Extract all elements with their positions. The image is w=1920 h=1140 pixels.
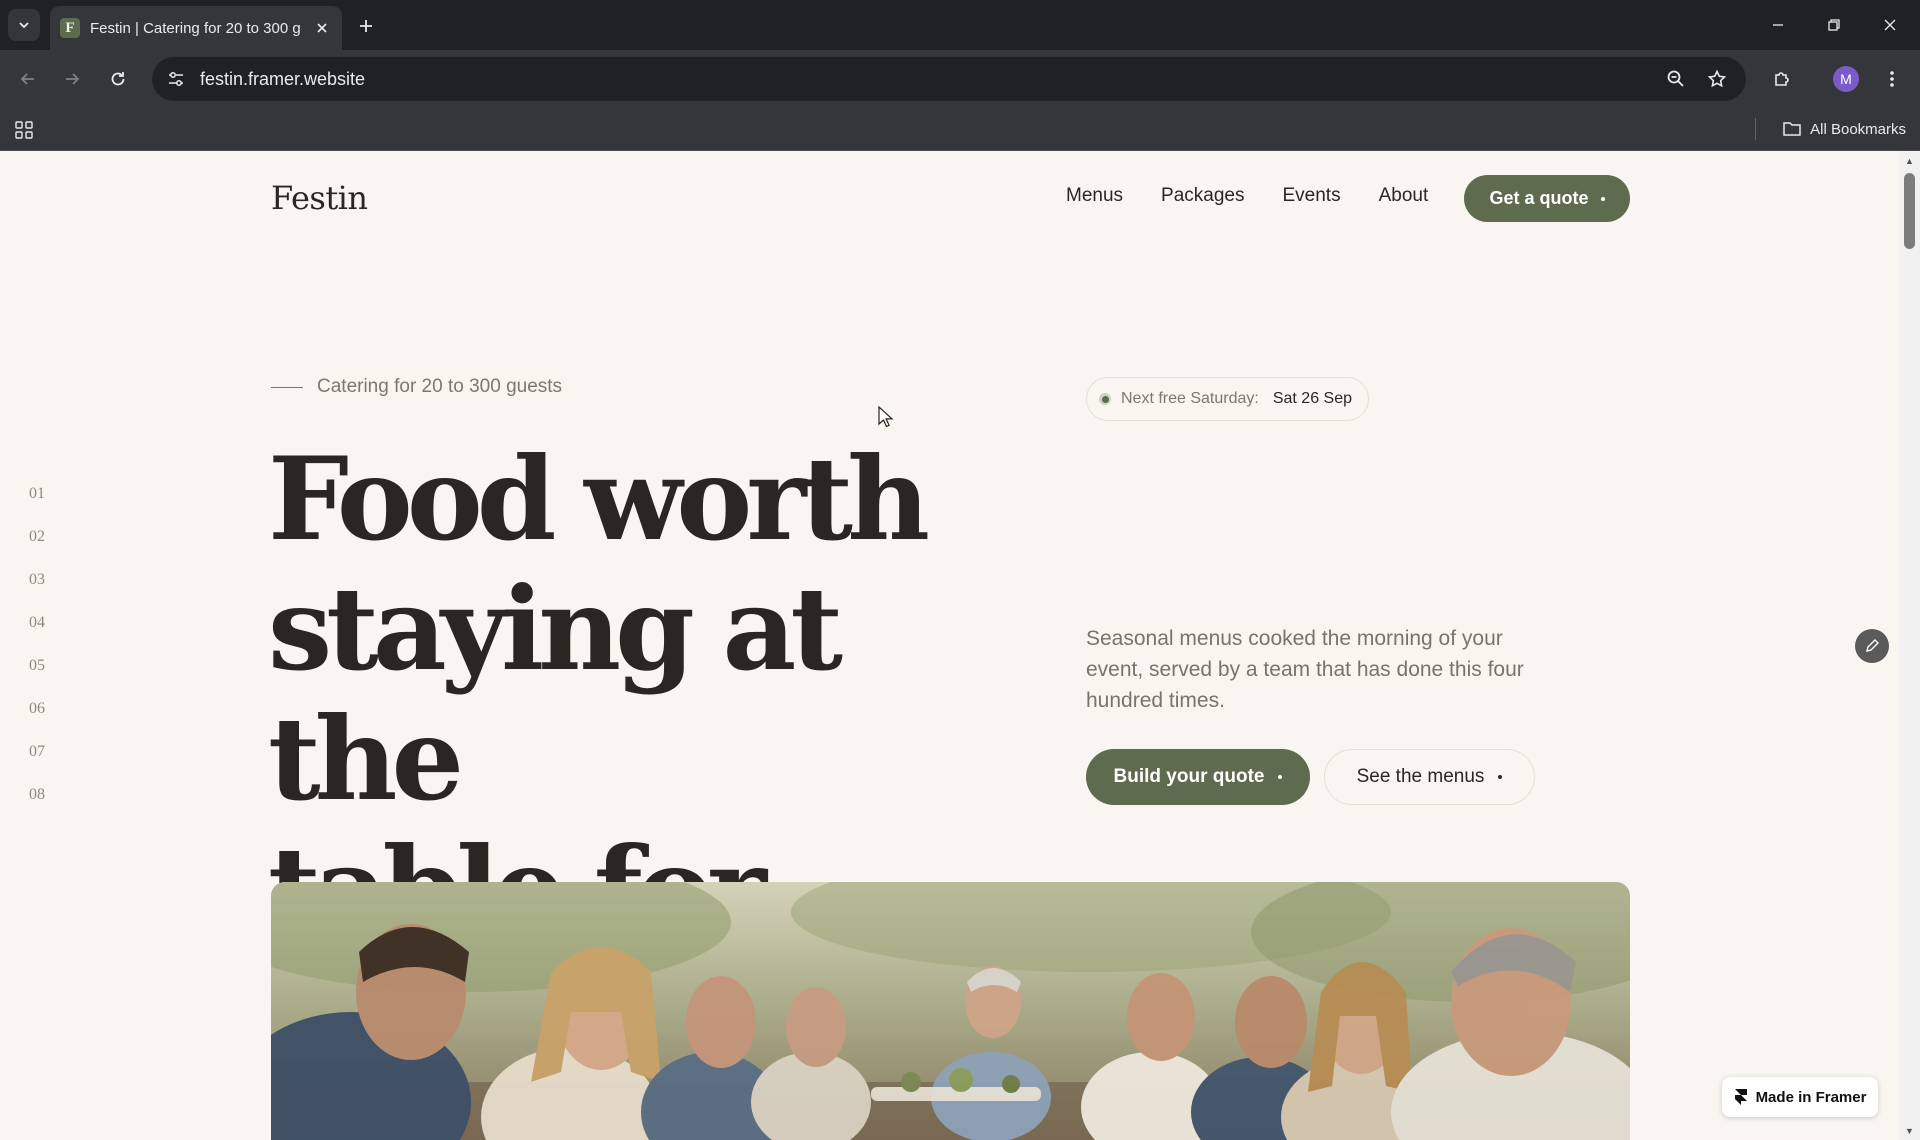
see-the-menus-button[interactable]: See the menus — [1324, 749, 1535, 805]
hero-eyebrow: Catering for 20 to 300 guests — [271, 376, 562, 398]
hero-photo — [271, 882, 1630, 1140]
window-close-button[interactable] — [1870, 8, 1910, 42]
scroll-up-arrow-icon[interactable]: ▲ — [1904, 155, 1915, 166]
section-index-item[interactable]: 05 — [29, 657, 45, 700]
reload-button[interactable] — [102, 63, 134, 95]
avatar: M — [1833, 66, 1859, 92]
pencil-icon — [1866, 639, 1879, 652]
tune-icon — [169, 72, 183, 86]
section-index-item[interactable]: 04 — [29, 614, 45, 657]
active-tab[interactable]: F Festin | Catering for 20 to 300 g — [50, 6, 342, 50]
dot-icon — [1600, 196, 1605, 201]
nav-link-menus[interactable]: Menus — [1066, 185, 1123, 207]
main-nav: Menus Packages Events About — [1066, 185, 1428, 207]
build-your-quote-button[interactable]: Build your quote — [1086, 749, 1310, 805]
tab-close-button[interactable] — [312, 18, 332, 38]
folder-icon — [1783, 122, 1801, 136]
apps-button[interactable] — [10, 116, 38, 144]
bookmark-star-button[interactable] — [1701, 63, 1733, 95]
puzzle-icon — [1775, 72, 1789, 86]
section-index-item[interactable]: 02 — [29, 528, 45, 571]
nav-link-about[interactable]: About — [1379, 185, 1429, 207]
extensions-button[interactable] — [1766, 63, 1798, 95]
see-the-menus-label: See the menus — [1356, 766, 1485, 787]
headline-line: Food worth — [268, 432, 930, 566]
section-index-item[interactable]: 08 — [29, 786, 45, 829]
section-index-item[interactable]: 03 — [29, 571, 45, 614]
page-scrollbar[interactable]: ▲ ▼ — [1899, 151, 1920, 1140]
availability-badge: Next free Saturday: Sat 26 Sep — [1086, 377, 1370, 421]
restore-icon — [1828, 19, 1840, 31]
build-your-quote-label: Build your quote — [1113, 766, 1265, 787]
reload-icon — [111, 72, 125, 86]
section-index-item[interactable]: 06 — [29, 700, 45, 743]
grid-icon — [15, 121, 33, 139]
restore-button[interactable] — [1814, 8, 1854, 42]
edit-button[interactable] — [1855, 629, 1889, 663]
get-a-quote-button[interactable]: Get a quote — [1464, 175, 1630, 222]
new-tab-button[interactable] — [352, 12, 380, 40]
page-viewport: Festin Menus Packages Events About Get a… — [0, 151, 1920, 1140]
mouse-cursor-icon — [878, 406, 894, 428]
scroll-thumb[interactable] — [1904, 173, 1915, 249]
star-icon — [1707, 69, 1727, 88]
section-index-item[interactable]: 01 — [29, 485, 45, 528]
browser-menu-button[interactable] — [1876, 63, 1908, 95]
eyebrow-text: Catering for 20 to 300 guests — [317, 376, 563, 397]
zoom-icon — [1667, 70, 1684, 87]
availability-date: Sat 26 Sep — [1272, 390, 1353, 407]
made-in-framer-label: Made in Framer — [1755, 1088, 1867, 1106]
scroll-down-arrow-icon[interactable]: ▼ — [1904, 1125, 1915, 1136]
dinner-table-photo — [271, 882, 1630, 1140]
tab-strip: F Festin | Catering for 20 to 300 g — [0, 0, 1920, 50]
nav-link-events[interactable]: Events — [1282, 185, 1340, 207]
status-dot-icon — [1099, 393, 1111, 405]
chevron-down-icon — [19, 22, 29, 29]
nav-link-packages[interactable]: Packages — [1161, 185, 1244, 207]
close-icon — [1884, 19, 1896, 31]
dot-icon — [1278, 775, 1283, 779]
plus-icon — [360, 20, 372, 32]
all-bookmarks-label: All Bookmarks — [1810, 120, 1906, 138]
tab-title: Festin | Catering for 20 to 300 g — [90, 19, 301, 37]
site-logo[interactable]: Festin — [271, 179, 368, 217]
all-bookmarks-button[interactable]: All Bookmarks — [1782, 114, 1906, 144]
forward-button[interactable] — [56, 63, 88, 95]
url-text: festin.framer.website — [200, 68, 366, 89]
more-vertical-icon — [1890, 71, 1894, 87]
zoom-button[interactable] — [1660, 63, 1692, 95]
dot-icon — [1498, 775, 1503, 779]
eyebrow-line — [271, 386, 303, 388]
availability-label: Next free Saturday: — [1121, 390, 1259, 407]
framer-logo-icon — [1734, 1089, 1747, 1105]
made-in-framer-badge[interactable]: Made in Framer — [1722, 1077, 1878, 1117]
minimize-icon — [1773, 24, 1783, 26]
address-bar[interactable]: festin.framer.website — [152, 57, 1746, 101]
headline-line: staying at the — [268, 562, 843, 826]
back-button[interactable] — [12, 63, 44, 95]
site-info-button[interactable] — [156, 59, 196, 99]
favicon-icon: F — [60, 18, 80, 38]
arrow-left-icon — [20, 73, 34, 85]
profile-button[interactable]: M — [1830, 63, 1862, 95]
bookmarks-divider — [1755, 118, 1756, 140]
close-icon — [317, 23, 327, 33]
minimize-button[interactable] — [1758, 8, 1798, 42]
tab-search-button[interactable] — [8, 9, 40, 41]
hero-intro: Seasonal menus cooked the morning of you… — [1086, 627, 1524, 712]
hero-headline: Food worth staying at the table for. — [268, 434, 1048, 954]
section-index: 01 02 03 04 05 06 07 08 — [29, 485, 45, 829]
get-a-quote-label: Get a quote — [1489, 188, 1589, 208]
arrow-right-icon — [66, 73, 80, 85]
bookmarks-bar: All Bookmarks — [0, 108, 1920, 151]
browser-toolbar: festin.framer.website M — [0, 50, 1920, 108]
section-index-item[interactable]: 07 — [29, 743, 45, 786]
